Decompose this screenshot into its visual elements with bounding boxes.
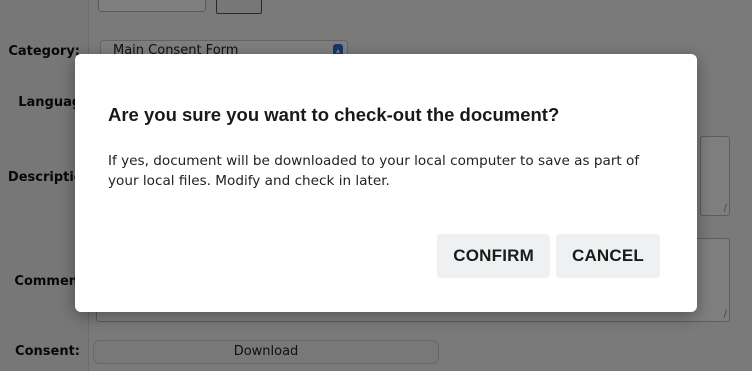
dialog-title: Are you sure you want to check-out the d…	[108, 104, 560, 125]
checkout-confirm-dialog: Are you sure you want to check-out the d…	[75, 54, 697, 312]
dialog-actions: CONFIRM CANCEL	[437, 234, 660, 278]
cancel-button[interactable]: CANCEL	[555, 234, 660, 278]
confirm-button[interactable]: CONFIRM	[437, 234, 550, 278]
dialog-message: If yes, document will be downloaded to y…	[108, 153, 640, 189]
